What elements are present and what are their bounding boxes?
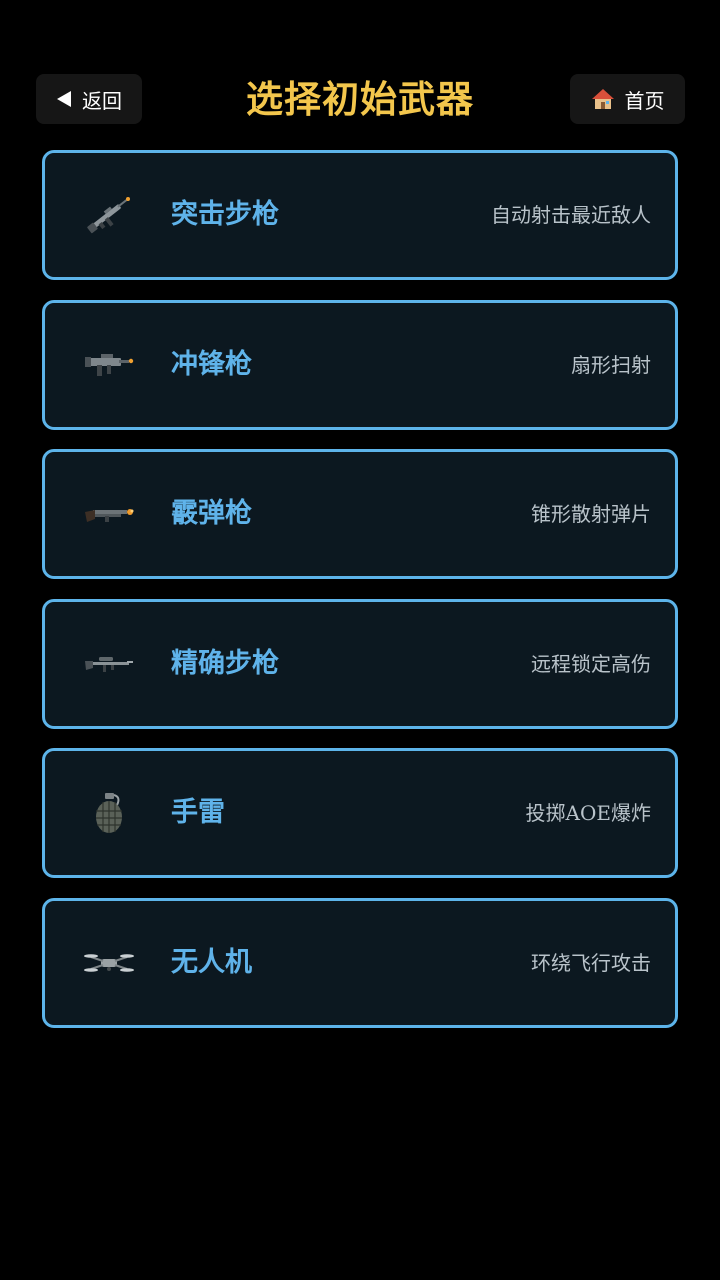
weapon-card-assault-rifle[interactable]: 突击步枪 自动射击最近敌人 (42, 150, 678, 280)
weapon-card-grenade[interactable]: 手雷 投掷AOE爆炸 (42, 748, 678, 878)
weapon-desc: 锥形散射弹片 (531, 502, 651, 526)
house-icon (591, 88, 615, 110)
shotgun-icon (83, 492, 135, 536)
weapon-name: 霰弹枪 (171, 498, 252, 529)
weapon-name: 突击步枪 (171, 199, 279, 230)
back-button[interactable]: 返回 (36, 74, 142, 124)
home-label: 首页 (624, 88, 665, 113)
weapon-name: 手雷 (171, 797, 225, 828)
smg-icon (83, 343, 135, 387)
home-button[interactable]: 首页 (570, 74, 685, 124)
weapon-card-shotgun[interactable]: 霰弹枪 锥形散射弹片 (42, 449, 678, 579)
back-label: 返回 (82, 88, 122, 113)
sniper-rifle-icon (83, 642, 135, 686)
page-title: 选择初始武器 (246, 77, 474, 121)
back-arrow-icon (56, 90, 72, 108)
weapon-list: 突击步枪 自动射击最近敌人 冲锋枪 扇形扫射 霰弹枪 锥形散射弹片 精确步枪 远… (42, 150, 678, 1047)
weapon-name: 无人机 (171, 946, 252, 978)
assault-rifle-icon (83, 193, 135, 237)
drone-icon (83, 941, 135, 985)
weapon-desc: 投掷AOE爆炸 (525, 801, 651, 825)
weapon-desc: 环绕飞行攻击 (531, 950, 651, 975)
weapon-desc: 自动射击最近敌人 (491, 203, 651, 227)
weapon-name: 精确步枪 (171, 647, 279, 679)
weapon-card-smg[interactable]: 冲锋枪 扇形扫射 (42, 299, 678, 430)
weapon-desc: 远程锁定高伤 (531, 651, 651, 676)
weapon-card-drone[interactable]: 无人机 环绕飞行攻击 (42, 897, 678, 1028)
weapon-desc: 扇形扫射 (571, 352, 651, 377)
weapon-card-sniper-rifle[interactable]: 精确步枪 远程锁定高伤 (42, 598, 678, 729)
weapon-select-screen: 返回 选择初始武器 首页 突击步枪 自动射击最近敌人 冲锋枪 扇形扫射 霰弹枪 … (0, 0, 720, 1280)
grenade-icon (83, 791, 135, 835)
weapon-name: 冲锋枪 (171, 348, 252, 380)
